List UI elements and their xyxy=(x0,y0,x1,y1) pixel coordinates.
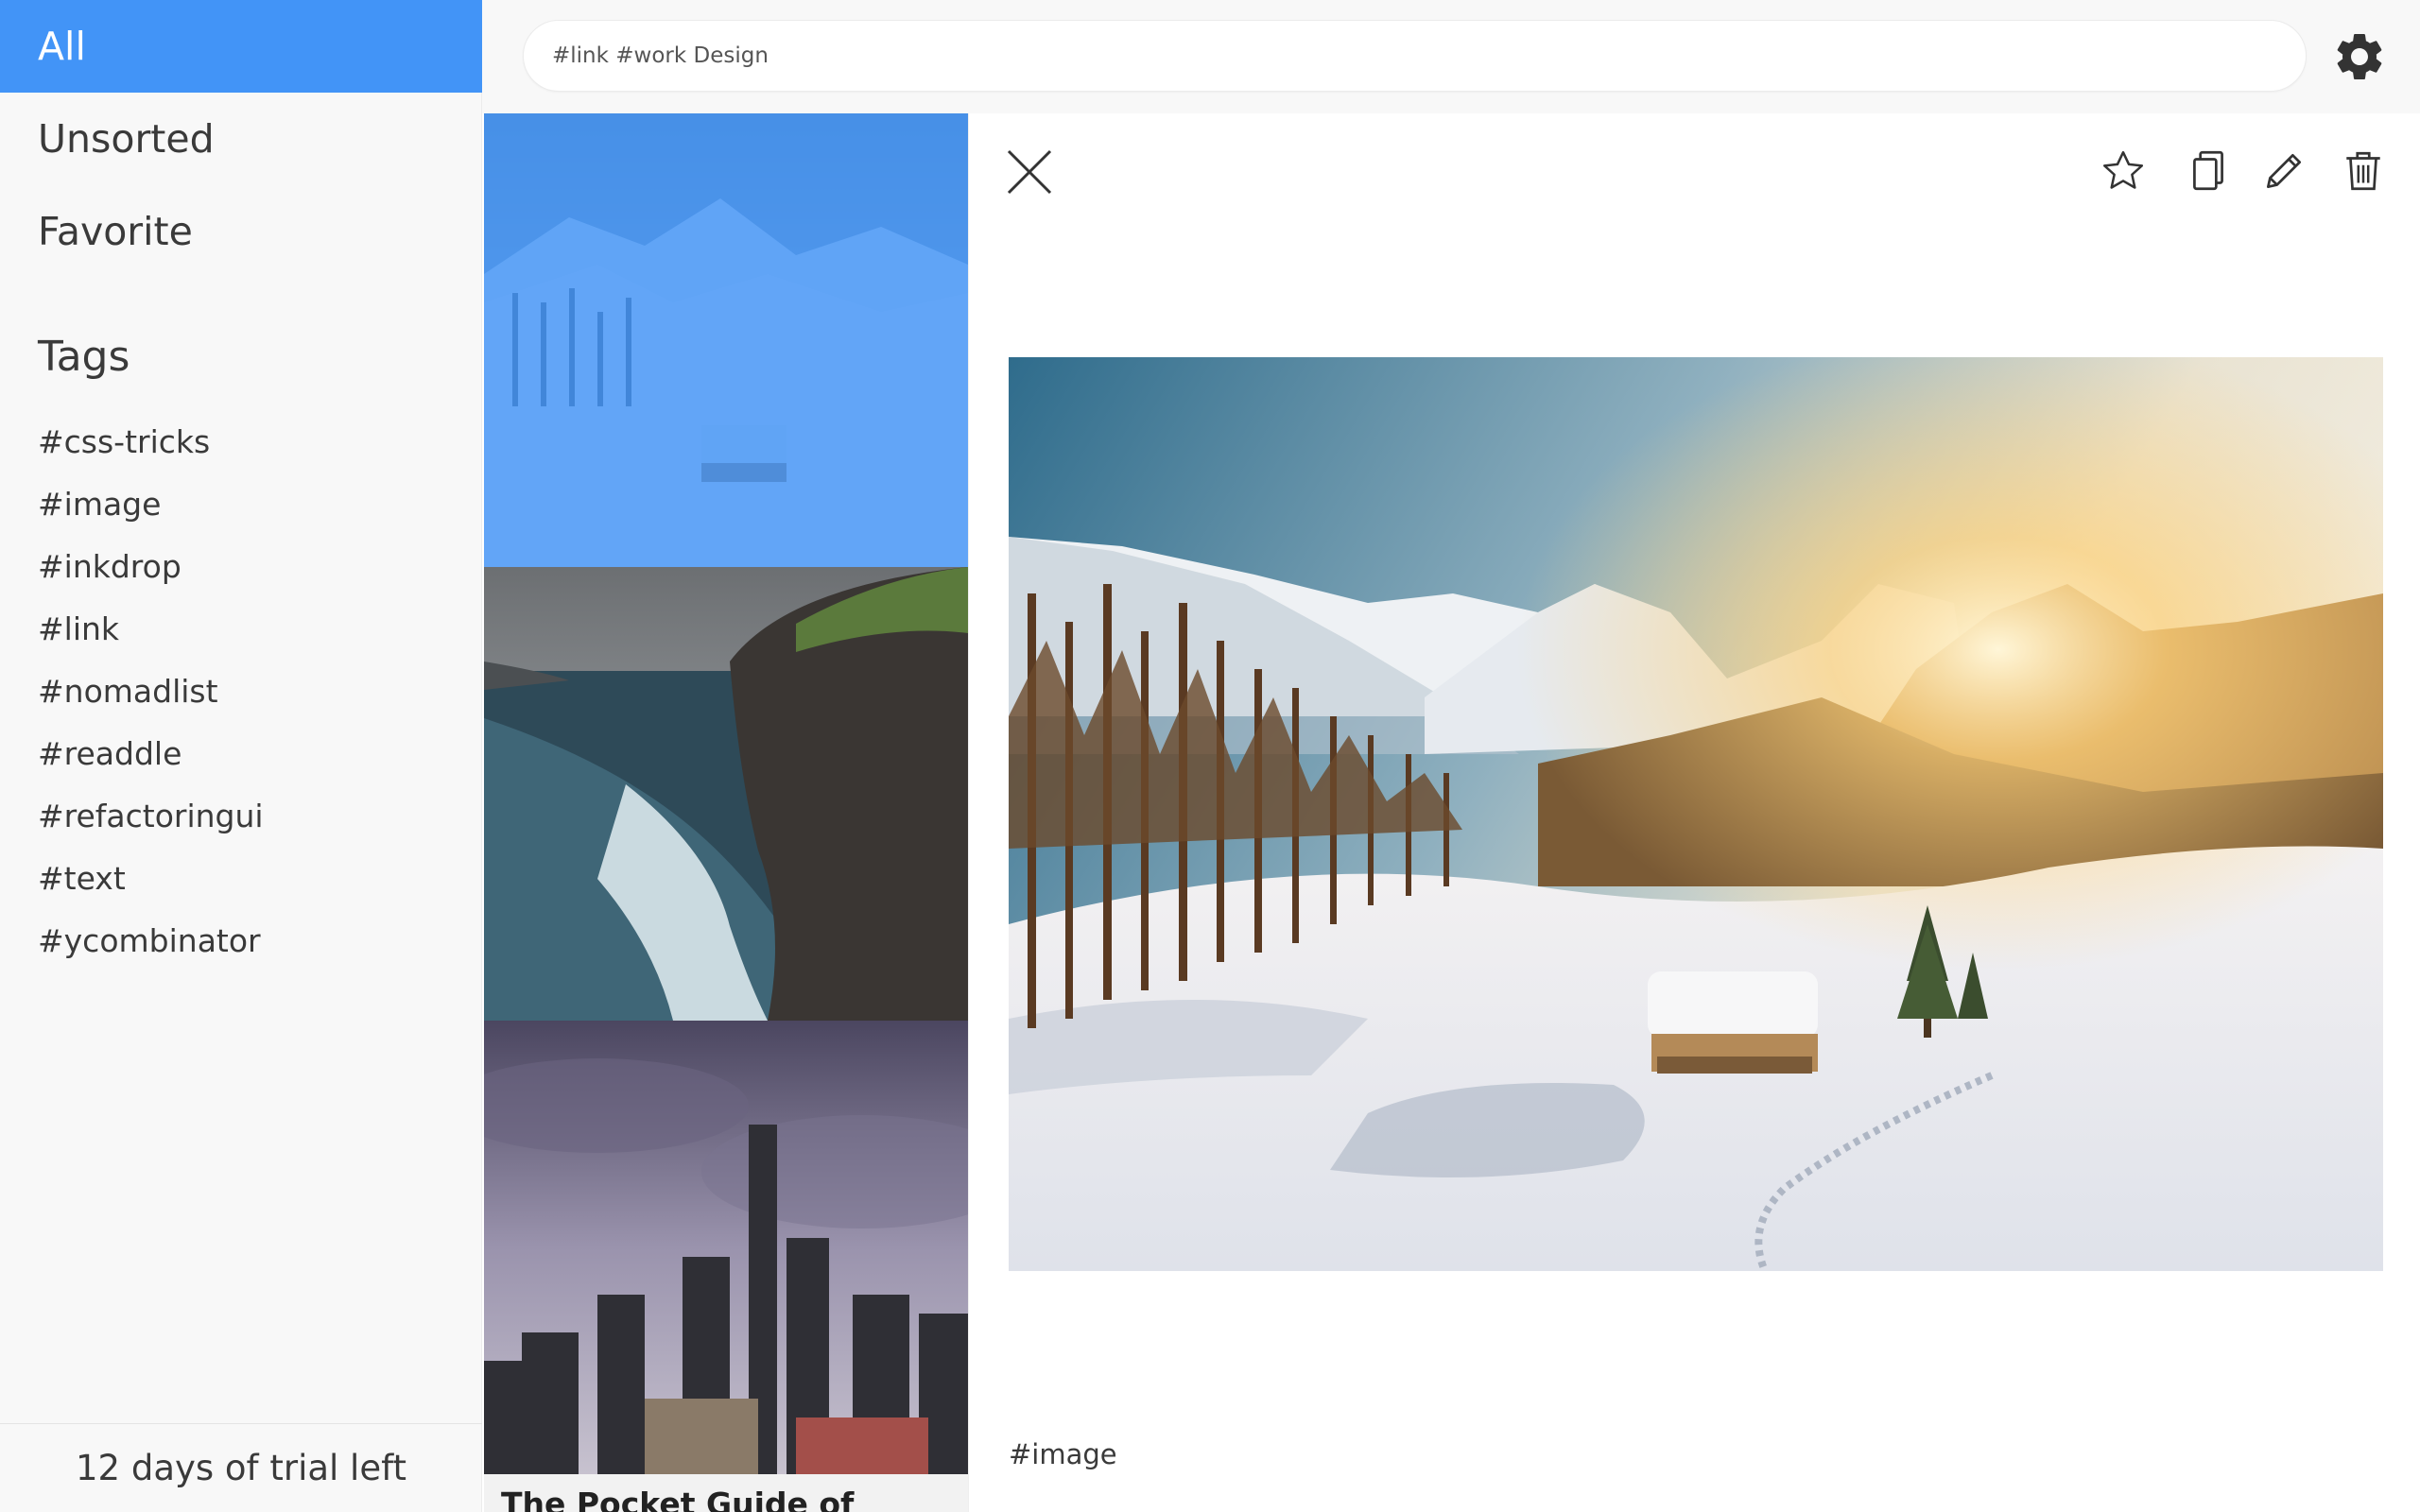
nav-item-all[interactable]: All xyxy=(0,0,482,93)
bookmark-list: The Pocket Guide of xyxy=(484,113,968,1512)
nav-label-all: All xyxy=(38,24,86,69)
search-input[interactable] xyxy=(523,20,2307,92)
thumbnail-image xyxy=(484,1021,968,1474)
detail-pane: #image xyxy=(968,113,2420,1512)
tag-css-tricks[interactable]: #css-tricks xyxy=(38,423,210,460)
list-item[interactable] xyxy=(484,567,968,1021)
card-title[interactable]: The Pocket Guide of xyxy=(501,1486,854,1512)
nav-item-unsorted[interactable]: Unsorted xyxy=(0,93,482,185)
pencil-icon[interactable] xyxy=(2260,147,2308,195)
tag-link[interactable]: #link xyxy=(38,610,119,647)
detail-tag-image[interactable]: #image xyxy=(1009,1438,1117,1470)
tag-nomadlist[interactable]: #nomadlist xyxy=(38,673,218,710)
bookmark-image xyxy=(1009,357,2383,1271)
copy-icon[interactable] xyxy=(2185,147,2232,195)
tag-ycombinator[interactable]: #ycombinator xyxy=(38,922,261,959)
nav-item-favorite[interactable]: Favorite xyxy=(0,185,482,278)
gear-icon[interactable] xyxy=(2331,28,2388,85)
trial-text: 12 days of trial left xyxy=(75,1448,406,1488)
list-item[interactable] xyxy=(484,113,968,567)
tag-image[interactable]: #image xyxy=(38,486,161,523)
tag-inkdrop[interactable]: #inkdrop xyxy=(38,548,182,585)
tag-refactoringui[interactable]: #refactoringui xyxy=(38,798,264,834)
tag-text[interactable]: #text xyxy=(38,860,126,897)
trash-icon[interactable] xyxy=(2340,147,2387,195)
selection-overlay xyxy=(484,113,968,567)
preview-image xyxy=(1009,357,2383,1271)
nav-label-unsorted: Unsorted xyxy=(38,116,215,162)
list-item[interactable] xyxy=(484,1021,968,1474)
trial-status: 12 days of trial left xyxy=(0,1423,482,1512)
tag-readdle[interactable]: #readdle xyxy=(38,735,182,772)
close-icon[interactable] xyxy=(1005,147,1054,197)
tags-heading: Tags xyxy=(38,333,130,381)
sidebar: All Unsorted Favorite Tags #css-tricks #… xyxy=(0,0,482,1512)
nav-label-favorite: Favorite xyxy=(38,209,193,254)
thumbnail-image xyxy=(484,567,968,1021)
star-icon[interactable] xyxy=(2100,147,2147,195)
